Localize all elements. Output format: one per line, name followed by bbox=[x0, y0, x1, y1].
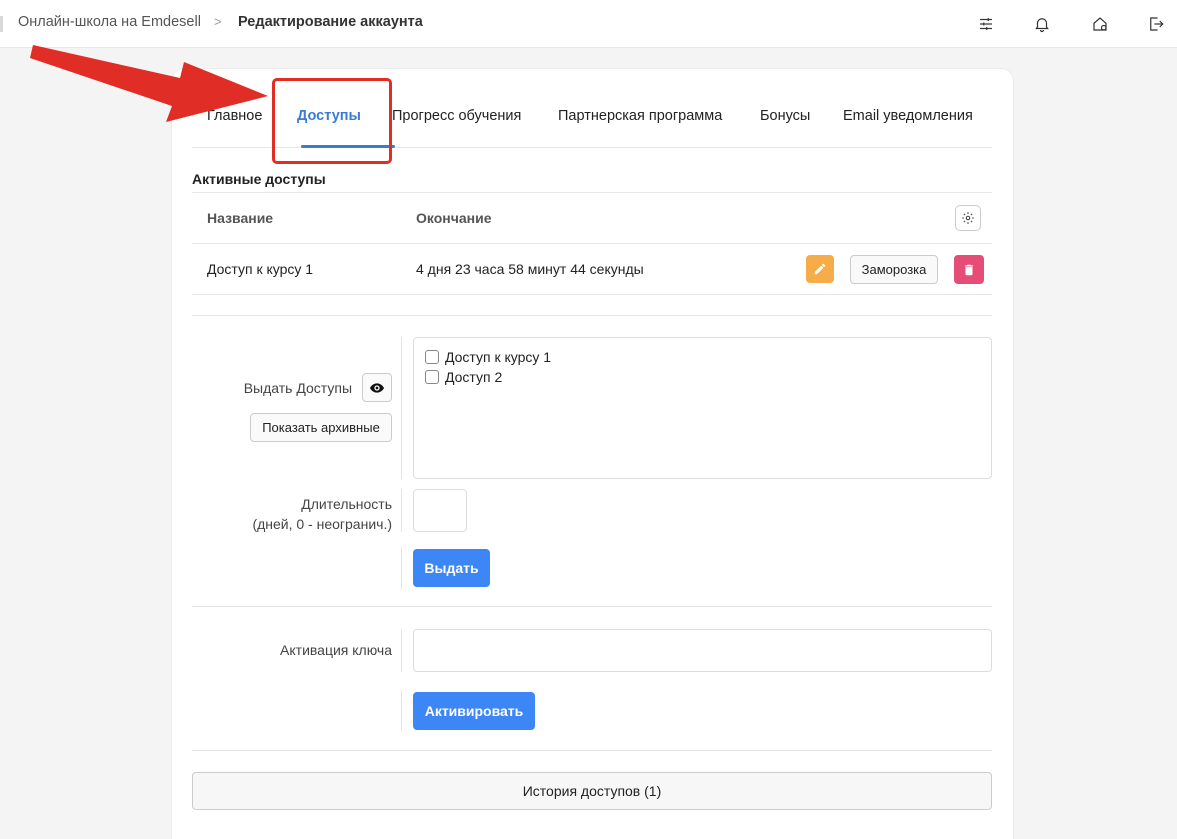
access-name: Доступ к курсу 1 bbox=[207, 261, 314, 277]
sidebar-edge bbox=[0, 16, 3, 32]
toggle-visibility-button[interactable] bbox=[362, 373, 392, 402]
table-row: Доступ к курсу 1 4 дня 23 часа 58 минут … bbox=[192, 244, 992, 295]
grant-button[interactable]: Выдать bbox=[413, 549, 490, 587]
tab-progress[interactable]: Прогресс обучения bbox=[392, 108, 521, 124]
activate-button[interactable]: Активировать bbox=[413, 692, 535, 730]
delete-button[interactable] bbox=[954, 255, 984, 284]
bell-icon[interactable] bbox=[1030, 12, 1054, 36]
form-separator bbox=[401, 489, 402, 532]
account-card: Главное Доступы Прогресс обучения Партне… bbox=[172, 69, 1013, 839]
annotation-highlight-box bbox=[272, 78, 392, 164]
table-header: Название Окончание bbox=[192, 192, 992, 244]
checkbox[interactable] bbox=[425, 370, 439, 384]
checkbox[interactable] bbox=[425, 350, 439, 364]
form-separator bbox=[401, 547, 402, 589]
pencil-icon bbox=[814, 263, 826, 275]
freeze-button[interactable]: Заморозка bbox=[850, 255, 938, 284]
form-separator bbox=[401, 691, 402, 731]
active-access-title: Активные доступы bbox=[192, 171, 326, 187]
tab-partner[interactable]: Партнерская программа bbox=[558, 108, 722, 124]
breadcrumb-school[interactable]: Онлайн-школа на Emdesell bbox=[18, 14, 201, 30]
gear-icon bbox=[962, 212, 974, 224]
access-option-label: Доступ 2 bbox=[445, 369, 503, 385]
tab-email[interactable]: Email уведомления bbox=[843, 108, 973, 124]
trash-icon bbox=[964, 264, 974, 275]
table-settings-button[interactable] bbox=[955, 205, 981, 231]
form-separator bbox=[401, 337, 402, 479]
access-option[interactable]: Доступ 2 bbox=[425, 369, 502, 385]
annotation-arrow bbox=[30, 45, 268, 122]
edit-button[interactable] bbox=[806, 255, 834, 283]
access-option-label: Доступ к курсу 1 bbox=[445, 349, 552, 365]
duration-input[interactable] bbox=[413, 489, 467, 532]
duration-label: Длительность bbox=[301, 496, 392, 512]
access-history-button[interactable]: История доступов (1) bbox=[192, 772, 992, 810]
page-title: Редактирование аккаунта bbox=[238, 14, 423, 30]
eye-icon bbox=[370, 382, 384, 393]
sliders-icon[interactable] bbox=[974, 12, 998, 36]
column-ends: Окончание bbox=[416, 210, 492, 226]
breadcrumb-separator: > bbox=[214, 14, 222, 29]
activation-key-input[interactable] bbox=[413, 629, 992, 672]
column-name: Название bbox=[207, 210, 274, 226]
section-divider bbox=[192, 750, 992, 751]
access-ends: 4 дня 23 часа 58 минут 44 секунды bbox=[416, 261, 644, 277]
access-checklist: Доступ к курсу 1 Доступ 2 bbox=[413, 337, 992, 479]
activation-label: Активация ключа bbox=[280, 642, 392, 658]
tab-bonuses[interactable]: Бонусы bbox=[760, 108, 810, 124]
grant-label: Выдать Доступы bbox=[243, 380, 352, 396]
form-separator bbox=[401, 629, 402, 672]
logout-icon[interactable] bbox=[1144, 12, 1168, 36]
section-divider bbox=[192, 606, 992, 607]
section-divider bbox=[192, 315, 992, 316]
show-archived-button[interactable]: Показать архивные bbox=[250, 413, 392, 442]
home-settings-icon[interactable] bbox=[1088, 12, 1112, 36]
access-option[interactable]: Доступ к курсу 1 bbox=[425, 349, 551, 365]
duration-hint: (дней, 0 - неогранич.) bbox=[252, 516, 392, 532]
